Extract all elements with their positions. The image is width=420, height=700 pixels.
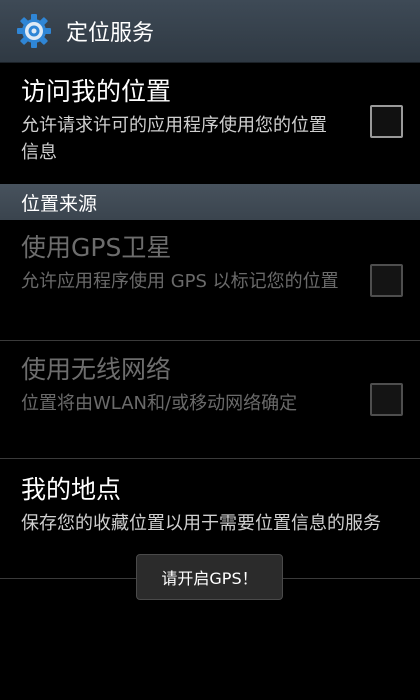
use-wireless-checkbox[interactable] xyxy=(370,383,403,416)
toast-message: 请开启GPS！ xyxy=(136,554,283,600)
setting-summary: 允许请求许可的应用程序使用您的位置信息 xyxy=(21,115,327,163)
location-services-screen: 定位服务 访问我的位置 允许请求许可的应用程序使用您的位置信息 位置来源 使用G… xyxy=(0,0,420,700)
section-header-location-sources: 位置来源 xyxy=(0,184,420,220)
settings-gear-icon[interactable] xyxy=(16,13,52,49)
page-title: 定位服务 xyxy=(66,21,155,46)
setting-title: 访问我的位置 xyxy=(21,77,172,106)
setting-access-my-location[interactable]: 访问我的位置 允许请求许可的应用程序使用您的位置信息 xyxy=(0,76,420,180)
setting-summary: 允许应用程序使用 GPS 以标记您的位置 xyxy=(21,271,339,292)
setting-title: 我的地点 xyxy=(21,475,122,504)
setting-title: 使用无线网络 xyxy=(21,355,172,384)
setting-title: 使用GPS卫星 xyxy=(21,233,172,262)
divider xyxy=(0,458,420,459)
setting-summary: 位置将由WLAN和/或移动网络确定 xyxy=(21,393,298,414)
use-gps-checkbox[interactable] xyxy=(370,264,403,297)
setting-summary: 保存您的收藏位置以用于需要位置信息的服务 xyxy=(21,513,381,534)
setting-use-gps[interactable]: 使用GPS卫星 允许应用程序使用 GPS 以标记您的位置 xyxy=(0,232,420,336)
divider xyxy=(0,340,420,341)
setting-use-wireless-networks[interactable]: 使用无线网络 位置将由WLAN和/或移动网络确定 xyxy=(0,354,420,454)
access-location-checkbox[interactable] xyxy=(370,105,403,138)
action-bar: 定位服务 xyxy=(0,0,420,63)
